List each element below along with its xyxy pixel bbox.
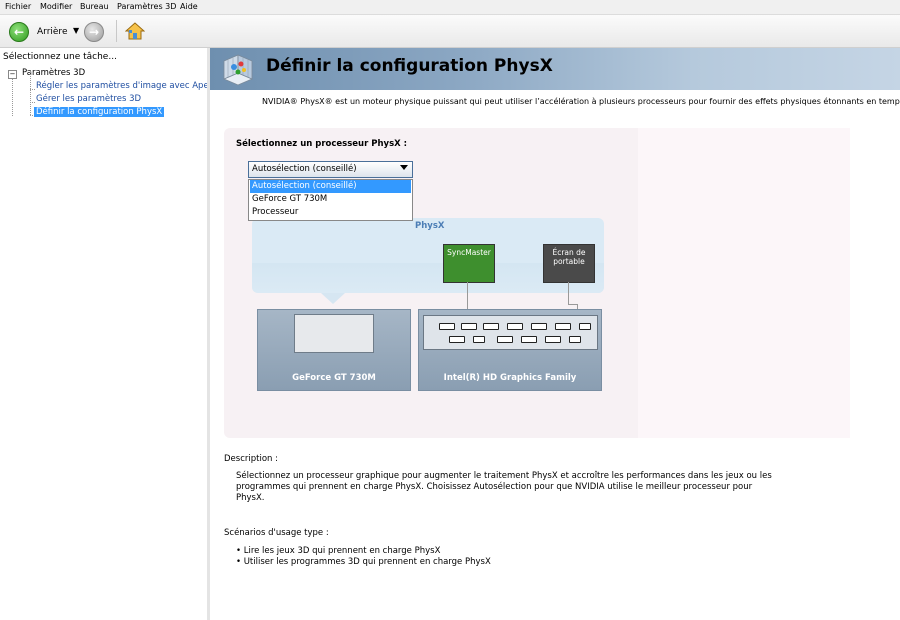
port-icon (579, 323, 591, 330)
collapse-icon[interactable]: − (8, 70, 17, 79)
io-ports-panel (423, 315, 598, 350)
port-icon (507, 323, 523, 330)
page-title: Définir la configuration PhysX (266, 56, 553, 76)
tree-item-regler-image[interactable]: Régler les paramètres d'image avec Aperç… (36, 81, 222, 91)
physx-processor-select[interactable]: Autosélection (conseillé) (248, 161, 413, 178)
intro-text: NVIDIA® PhysX® est un moteur physique pu… (262, 97, 900, 106)
tree-item-physx[interactable]: Définir la configuration PhysX (34, 107, 165, 117)
physx-settings-icon (222, 54, 254, 86)
gpu-card-geforce[interactable]: GeForce GT 730M (257, 309, 411, 391)
page-banner: Définir la configuration PhysX (210, 48, 900, 90)
port-icon (461, 323, 477, 330)
back-label[interactable]: Arrière (37, 27, 67, 37)
port-icon (483, 323, 499, 330)
tree-line-2 (30, 71, 32, 115)
forward-button[interactable]: → (84, 22, 104, 42)
menu-fichier[interactable]: Fichier (5, 2, 31, 11)
back-history-dropdown[interactable]: ▼ (73, 26, 79, 35)
gpu-card-intel-label: Intel(R) HD Graphics Family (443, 373, 577, 383)
port-icon (521, 336, 537, 343)
main-content: Définir la configuration PhysX NVIDIA® P… (210, 48, 900, 620)
port-icon (473, 336, 485, 343)
scenario-item: • Lire les jeux 3D qui prennent en charg… (236, 546, 441, 556)
description-body: Sélectionnez un processeur graphique pou… (236, 471, 772, 503)
processor-select-label: Sélectionnez un processeur PhysX : (236, 139, 408, 149)
arrow-left-icon: ← (13, 25, 25, 39)
arrow-right-icon: → (88, 25, 100, 39)
monitor-syncmaster[interactable]: SyncMaster (443, 244, 495, 283)
port-icon (545, 336, 561, 343)
description-heading: Description : (224, 454, 278, 464)
panel-right-shade (638, 128, 850, 438)
port-icon (439, 323, 455, 330)
monitor-ecran-portable[interactable]: Écran de portable (543, 244, 595, 283)
option-geforce-gt-730m[interactable]: GeForce GT 730M (250, 193, 411, 206)
processor-options-list: Autosélection (conseillé) GeForce GT 730… (248, 179, 413, 221)
home-button[interactable] (124, 21, 146, 41)
menu-parametres-3d[interactable]: Paramètres 3D (117, 2, 176, 11)
task-pane: Sélectionnez une tâche... − Paramètres 3… (0, 48, 222, 620)
gpu-card-intel[interactable]: Intel(R) HD Graphics Family (418, 309, 602, 391)
scenarios-heading: Scénarios d'usage type : (224, 528, 329, 538)
toolbar: ← Arrière ▼ → (0, 15, 900, 48)
port-icon (449, 336, 465, 343)
cable-ecran (568, 282, 569, 304)
task-pane-title: Sélectionnez une tâche... (3, 52, 117, 62)
back-button[interactable]: ← (9, 22, 29, 42)
option-processeur[interactable]: Processeur (250, 206, 411, 219)
port-icon (569, 336, 581, 343)
chevron-down-icon (400, 165, 408, 170)
menu-bureau[interactable]: Bureau (80, 2, 109, 11)
port-icon (497, 336, 513, 343)
port-icon (531, 323, 547, 330)
option-autoselection[interactable]: Autosélection (conseillé) (250, 180, 411, 193)
menu-modifier[interactable]: Modifier (40, 2, 72, 11)
scenario-item: • Utiliser les programmes 3D qui prennen… (236, 557, 491, 567)
menu-aide[interactable]: Aide (180, 2, 198, 11)
monitor-ecran-label-1: Écran de (552, 248, 586, 257)
physx-pointer-triangle (321, 293, 345, 304)
physx-label: PhysX (415, 221, 445, 231)
tree-item-gerer-3d[interactable]: Gérer les paramètres 3D (36, 94, 141, 104)
gpu-chip (294, 314, 374, 353)
monitor-ecran-label-2: portable (553, 257, 585, 266)
port-icon (555, 323, 571, 330)
select-value: Autosélection (conseillé) (252, 164, 357, 174)
gpu-card-geforce-label: GeForce GT 730M (292, 373, 376, 383)
menu-bar: Fichier Modifier Bureau Paramètres 3D Ai… (0, 0, 900, 15)
home-icon (124, 22, 146, 40)
monitor-syncmaster-label: SyncMaster (447, 248, 491, 257)
toolbar-separator (116, 20, 117, 42)
